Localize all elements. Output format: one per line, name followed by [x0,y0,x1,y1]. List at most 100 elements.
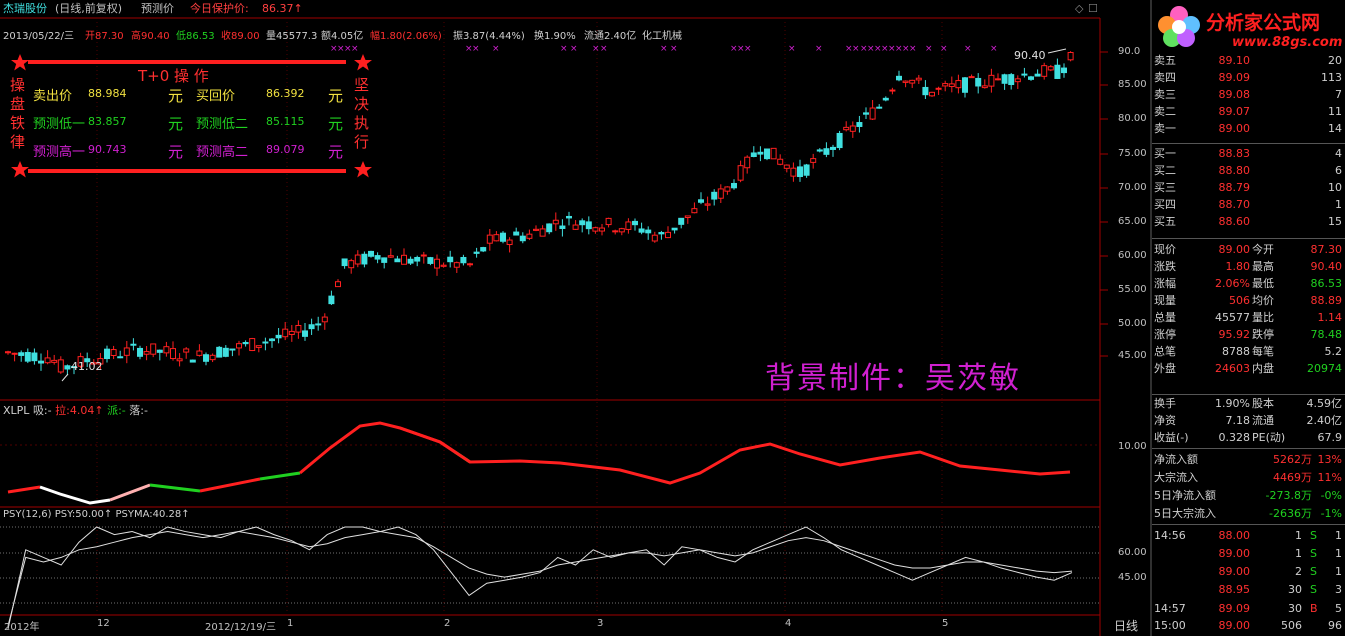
candle-body [678,217,685,225]
quote-close: 收89.00 [221,31,260,42]
candle-body [1054,64,1061,79]
candle-body [651,234,658,242]
quote-high: 高90.40 [131,31,170,42]
stat-label-2: 最低 [1252,277,1274,290]
xlpl-line [7,485,41,494]
xlpl-fall-label: 落: [129,404,144,417]
stat-label-1: 总笔 [1154,345,1176,358]
stat-label-1: 涨停 [1154,328,1176,341]
flow-value: -2636万 [1269,507,1312,520]
tick-row[interactable]: 14:56 88.00 1 S 1 [1152,527,1345,544]
ask-row[interactable]: 卖四 89.09 113 [1152,69,1345,86]
stat-value-2: 90.40 [1310,260,1343,273]
tick-row[interactable]: 15:00 89.00 506 96 [1152,617,1345,634]
ask-row[interactable]: 卖五 89.10 20 [1152,52,1345,69]
xlpl-line [39,485,111,505]
time-tick-label: 4 [785,618,792,629]
candle-body [44,357,51,364]
chart-mode: (日线,前复权) [55,2,123,15]
close-icon[interactable]: ☐ [1088,0,1098,17]
candle-body [770,147,777,160]
flow-pct: 13% [1317,453,1342,466]
candle-body [830,146,836,150]
tick-row[interactable]: 89.00 1 S 1 [1152,545,1345,562]
candle-body [348,260,355,269]
quote-date: 2013/05/22/三 [3,31,75,42]
xlpl-name[interactable]: XLPL [3,404,29,417]
candle-body [156,349,163,353]
tick-row[interactable]: 14:57 89.09 30 B 5 [1152,600,1345,617]
candle-body [896,75,902,81]
quote-sector[interactable]: 化工机械 [642,27,682,42]
candle-body [427,257,434,264]
quote-turnover: 换1.90% [534,31,576,42]
candle-body [783,164,790,169]
tick-volume: 506 [1281,619,1302,632]
xlpl-absorb-value: - [47,404,52,417]
xlpl-pull-value: 4.04↑ [69,404,104,417]
price-tick-label: 70.00 [1118,182,1147,193]
bid-row[interactable]: 买三 88.79 10 [1152,179,1345,196]
flow-pct: 11% [1317,471,1342,484]
stat-value-1: 8788 [1222,345,1250,358]
candle-body [1067,52,1074,61]
time-tick-label: 2 [444,618,451,629]
psy-title-bar: PSY(12,6) PSY:50.00↑ PSYMA:40.28↑ [3,509,190,520]
window-control-icon[interactable]: ◇ [1075,0,1083,17]
candle-body [823,148,830,155]
price-tick-label: 90.0 [1118,46,1141,57]
ask-row[interactable]: 卖二 89.07 11 [1152,103,1345,120]
marker-x: × [990,44,998,54]
candle-body [460,256,467,264]
candle-body [381,257,388,263]
stat2-row: 换手 1.90% 股本 4.59亿 [1152,395,1345,412]
candle-body [618,228,625,233]
tick-count: 96 [1328,619,1342,632]
t0-unit-2: 元 [328,87,344,105]
candle-body [282,328,289,338]
t0-label-2: 预测高二 [196,145,249,160]
stock-name[interactable]: 杰瑞股份 [3,0,47,17]
tick-row[interactable]: 88.95 30 S 3 [1152,581,1345,598]
psy-name[interactable]: PSY(12,6) [3,509,52,520]
candle-body [750,152,757,157]
bid-row[interactable]: 买五 88.60 15 [1152,213,1345,230]
bid-row[interactable]: 买二 88.80 6 [1152,162,1345,179]
candle-body [546,223,553,233]
candle-body [803,164,810,176]
candle-body [176,358,183,362]
candle-body [189,359,196,363]
candle-body [737,165,744,181]
candle-body [552,219,559,225]
stat-label-1: 涨幅 [1154,277,1176,290]
flower-logo-icon [1158,6,1200,47]
candle-body [183,348,190,353]
psyma-line [7,531,1073,626]
t0-title: T+0 操 作 [138,67,209,85]
bid-row[interactable]: 买四 88.70 1 [1152,196,1345,213]
book-volume: 10 [1328,181,1342,194]
flow-row: 5日净流入额 -273.8万 -0% [1152,487,1345,504]
tick-row[interactable]: 89.00 2 S 1 [1152,563,1345,580]
stat-value-1: 2.06% [1215,277,1250,290]
star-icon [11,161,29,178]
bid-row[interactable]: 买一 88.83 4 [1152,145,1345,162]
tick-time: 14:57 [1154,602,1186,615]
time-axis[interactable]: 2012年 12 2012/12/19/三 1 2 3 4 5 [0,616,1100,636]
book-price: 89.10 [1218,54,1251,67]
stat2-row: 净资 7.18 流通 2.40亿 [1152,412,1345,429]
candle-body [203,354,209,362]
ask-row[interactable]: 卖一 89.00 14 [1152,120,1345,137]
ask-row[interactable]: 卖三 89.08 7 [1152,86,1345,103]
candle-body [882,97,889,101]
candle-body [638,228,645,233]
price-tick-label: 45.00 [1118,350,1147,361]
stat-value-1: 506 [1229,294,1250,307]
stat2-row: 收益(-) 0.328 PE(动) 67.9 [1152,429,1345,446]
flow-value: 5262万 [1273,453,1312,466]
period-label[interactable]: 日线 [1114,617,1138,634]
candle-body [764,148,770,160]
candle-body [863,112,869,115]
t0-value-2: 85.115 [266,115,305,128]
tick-time: 15:00 [1154,619,1186,632]
